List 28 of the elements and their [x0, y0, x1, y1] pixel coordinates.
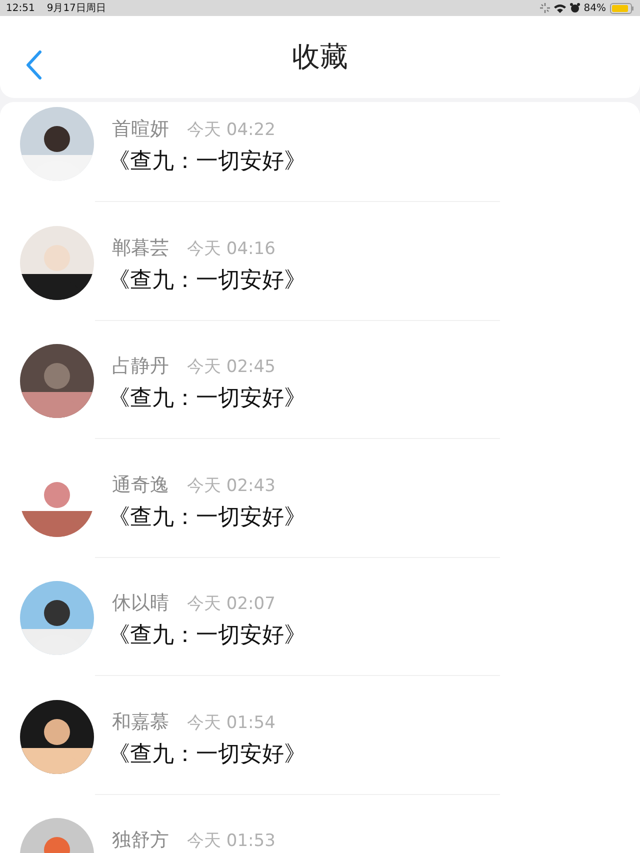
user-name: 和嘉慕	[112, 710, 169, 734]
user-name: 郸暮芸	[112, 236, 169, 260]
loading-icon	[540, 3, 550, 13]
status-time: 12:51	[6, 2, 35, 14]
timestamp: 今天 01:53	[187, 830, 276, 852]
book-title[interactable]: 《查九：一切安好》	[108, 738, 306, 768]
battery-percent: 84%	[584, 2, 606, 14]
user-name: 休以晴	[112, 591, 169, 616]
wifi-icon	[554, 4, 566, 12]
page-title: 收藏	[292, 39, 348, 75]
book-title[interactable]: 《查九：一切安好》	[108, 383, 306, 413]
timestamp: 今天 01:54	[187, 712, 276, 734]
timestamp: 今天 02:07	[187, 593, 276, 615]
back-icon[interactable]	[25, 50, 43, 80]
book-title[interactable]: 《查九：一切安好》	[108, 264, 306, 294]
book-title[interactable]: 《查九：一切安好》	[108, 502, 306, 532]
book-title[interactable]: 《查九：一切安好》	[108, 146, 306, 176]
timestamp: 今天 02:45	[187, 356, 276, 378]
status-date: 9月17日周日	[46, 2, 106, 15]
timestamp: 今天 04:22	[187, 119, 276, 141]
user-name: 首暄妍	[112, 117, 169, 142]
user-name: 通奇逸	[112, 472, 169, 498]
timestamp: 今天 04:16	[187, 238, 276, 260]
user-name: 独舒方	[112, 828, 169, 853]
user-name: 占静丹	[112, 354, 169, 379]
battery-icon	[610, 2, 634, 14]
timestamp: 今天 02:43	[187, 474, 276, 496]
book-title[interactable]: 《查九：一切安好》	[108, 620, 306, 650]
